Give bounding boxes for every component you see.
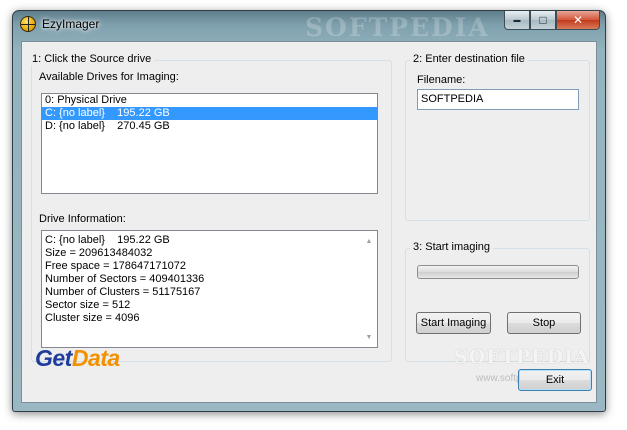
source-group-title: 1: Click the Source drive xyxy=(29,53,155,65)
drive-info-line: C: {no label} 195.22 GB xyxy=(45,234,170,246)
filename-input[interactable]: SOFTPEDIA xyxy=(417,89,579,110)
logo-get: Get xyxy=(35,345,72,371)
drives-listbox[interactable]: 0: Physical Drive C: {no label} 195.22 GB… xyxy=(41,93,378,194)
drive-info-scrollbar[interactable]: ▲ ▼ xyxy=(361,231,377,347)
scroll-down-icon[interactable]: ▼ xyxy=(361,329,377,345)
minimize-icon: ▬ xyxy=(513,16,521,24)
drive-info-lines: C: {no label} 195.22 GB Size = 2096134840… xyxy=(42,234,361,325)
filename-label: Filename: xyxy=(417,74,466,86)
drive-list-item[interactable]: D: {no label} 270.45 GB xyxy=(42,120,377,133)
destination-group-title: 2: Enter destination file xyxy=(410,53,528,65)
stop-button[interactable]: Stop xyxy=(507,312,581,334)
imaging-progress-bar xyxy=(417,265,579,279)
getdata-logo: GetData xyxy=(35,345,120,372)
drive-info-line: Free space = 178647171072 xyxy=(45,260,186,272)
drive-info-label: Drive Information: xyxy=(39,213,126,225)
drives-label: Available Drives for Imaging: xyxy=(39,71,179,83)
drive-info-line: Sector size = 512 xyxy=(45,299,131,311)
minimize-button[interactable]: ▬ xyxy=(504,11,530,30)
maximize-icon: □ xyxy=(539,13,547,27)
drive-info-line: Size = 209613484032 xyxy=(45,247,153,259)
exit-button[interactable]: Exit xyxy=(518,369,592,391)
drive-info-line: Number of Sectors = 409401336 xyxy=(45,273,205,285)
scroll-up-icon[interactable]: ▲ xyxy=(361,233,377,249)
maximize-button[interactable]: □ xyxy=(530,11,556,30)
caption-buttons: ▬ □ ✕ xyxy=(504,11,600,31)
drive-list-item[interactable]: 0: Physical Drive xyxy=(42,94,377,107)
destination-group: 2: Enter destination file Filename: SOFT… xyxy=(405,53,590,221)
close-button[interactable]: ✕ xyxy=(556,11,600,30)
window-title: EzyImager xyxy=(42,17,100,31)
drive-info-box[interactable]: C: {no label} 195.22 GB Size = 2096134840… xyxy=(41,230,378,348)
client-area: 1: Click the Source drive Available Driv… xyxy=(21,41,597,403)
start-imaging-button[interactable]: Start Imaging xyxy=(416,312,491,334)
drive-info-line: Number of Clusters = 51175167 xyxy=(45,286,201,298)
imaging-group: 3: Start imaging Start Imaging Stop xyxy=(405,241,590,362)
app-icon xyxy=(20,16,36,32)
drive-info-line: Cluster size = 4096 xyxy=(45,312,140,324)
drive-list-item[interactable]: C: {no label} 195.22 GB xyxy=(42,107,377,120)
softpedia-watermark: SOFTPEDIA xyxy=(454,346,590,368)
imaging-group-title: 3: Start imaging xyxy=(410,241,494,253)
title-bar[interactable]: EzyImager SOFTPEDIA ▬ □ ✕ xyxy=(13,11,605,42)
logo-data: Data xyxy=(71,345,120,371)
close-icon: ✕ xyxy=(572,13,584,27)
app-window: EzyImager SOFTPEDIA ▬ □ ✕ 1: Click the S… xyxy=(12,10,606,412)
source-group: 1: Click the Source drive Available Driv… xyxy=(29,53,392,362)
title-watermark: SOFTPEDIA xyxy=(305,13,490,42)
